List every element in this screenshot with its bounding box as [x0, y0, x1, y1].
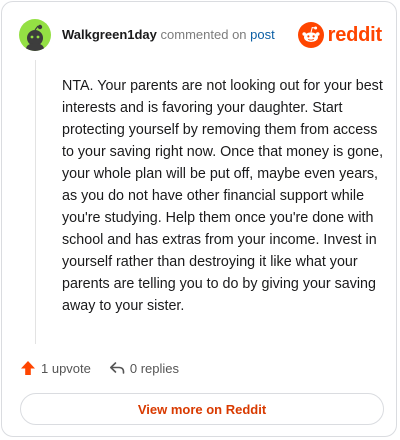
reddit-logo[interactable]: reddit: [297, 22, 383, 48]
reddit-logo-icon: [297, 22, 324, 48]
comment-actions: 1 upvote 0 replies: [20, 360, 197, 376]
commented-on-label: commented on: [160, 27, 247, 42]
upvote-button[interactable]: 1 upvote: [20, 360, 91, 376]
snoo-avatar-icon[interactable]: [19, 19, 51, 51]
reddit-wordmark: reddit: [327, 23, 383, 46]
comment-meta: Walkgreen1day commented on post: [62, 27, 275, 43]
comment-header: Walkgreen1day commented on post: [19, 18, 275, 52]
reddit-comment-embed: Walkgreen1day commented on post reddit N…: [1, 1, 397, 437]
view-more-on-reddit-button[interactable]: View more on Reddit: [20, 393, 384, 425]
post-link[interactable]: post: [250, 27, 275, 42]
upvote-arrow-icon: [21, 361, 35, 375]
upvote-count: 1 upvote: [41, 360, 91, 376]
thread-line: [35, 60, 36, 344]
replies-button[interactable]: 0 replies: [109, 360, 179, 376]
reply-count: 0 replies: [129, 360, 180, 376]
comment-body: NTA. Your parents are not looking out fo…: [62, 78, 384, 314]
reply-arrow-icon: [109, 362, 125, 374]
username-link[interactable]: Walkgreen1day: [62, 27, 157, 42]
